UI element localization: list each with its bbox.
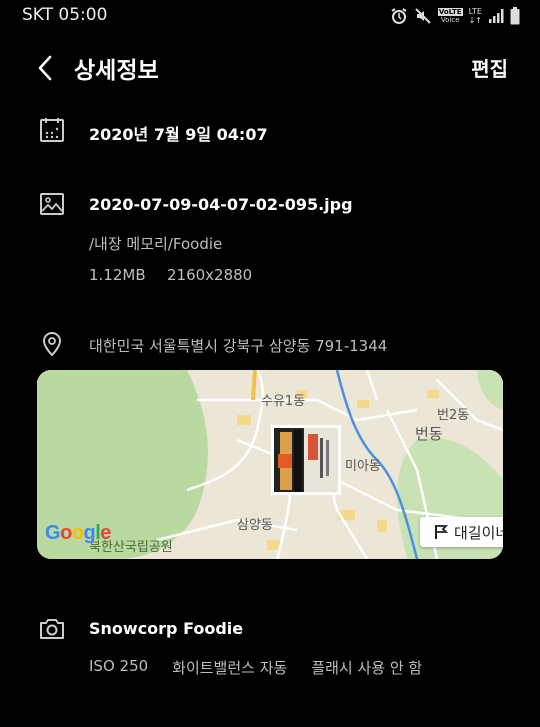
location-map[interactable]: 수유1동 번2동 번동 미아동 삼양동 북한산국립공원 Google 대길이네 [37,370,503,559]
iso-value: ISO 250 [89,657,149,675]
location-pin-icon [42,331,62,357]
flag-icon [435,525,448,539]
page-title: 상세정보 [74,58,159,84]
app-header: 상세정보 편집 [0,48,540,88]
alarm-icon [391,8,407,24]
file-path: /내장 메모리/Foodie [89,235,223,253]
mute-icon [415,8,431,24]
map-label-beondong: 번동 [415,425,443,443]
map-label-suyu: 수유1동 [261,394,306,409]
date-taken: 2020년 7월 9일 04:07 [89,125,268,144]
flash-status: 플래시 사용 안 함 [311,659,423,677]
battery-icon [510,7,520,25]
lte-icon: LTE ↓↑ [468,7,482,25]
location-address: 대한민국 서울특별시 강북구 삼양동 791-1344 [89,337,388,355]
back-arrow-icon[interactable] [34,54,58,82]
file-size: 1.12MB [89,266,146,284]
camera-model: Snowcorp Foodie [89,619,244,638]
map-label-mia: 미아동 [345,459,381,474]
directions-button[interactable]: 대길이네 [420,517,503,547]
status-icons: VoLTE Voice LTE ↓↑ [390,6,520,26]
edit-button[interactable]: 편집 [471,53,508,82]
image-icon [40,193,64,215]
calendar-icon [40,118,64,142]
carrier-time: SKT 05:00 [22,5,108,25]
camera-icon [40,619,64,639]
map-label-beon2: 번2동 [437,408,470,423]
camera-settings: ISO 250 화이트밸런스 자동 플래시 사용 안 함 [89,657,422,678]
file-resolution: 2160x2880 [167,266,253,284]
file-name: 2020-07-09-04-07-02-095.jpg [89,195,353,214]
white-balance: 화이트밸런스 자동 [172,659,288,677]
photo-thumbnail[interactable] [271,425,341,495]
directions-label: 대길이네 [454,523,503,542]
signal-icon [489,9,504,23]
volte-icon: VoLTE Voice [437,8,463,24]
status-bar: SKT 05:00 VoLTE Voice LTE ↓↑ [0,0,540,32]
google-logo: Google [45,522,111,544]
map-label-samyang: 삼양동 [237,518,273,533]
